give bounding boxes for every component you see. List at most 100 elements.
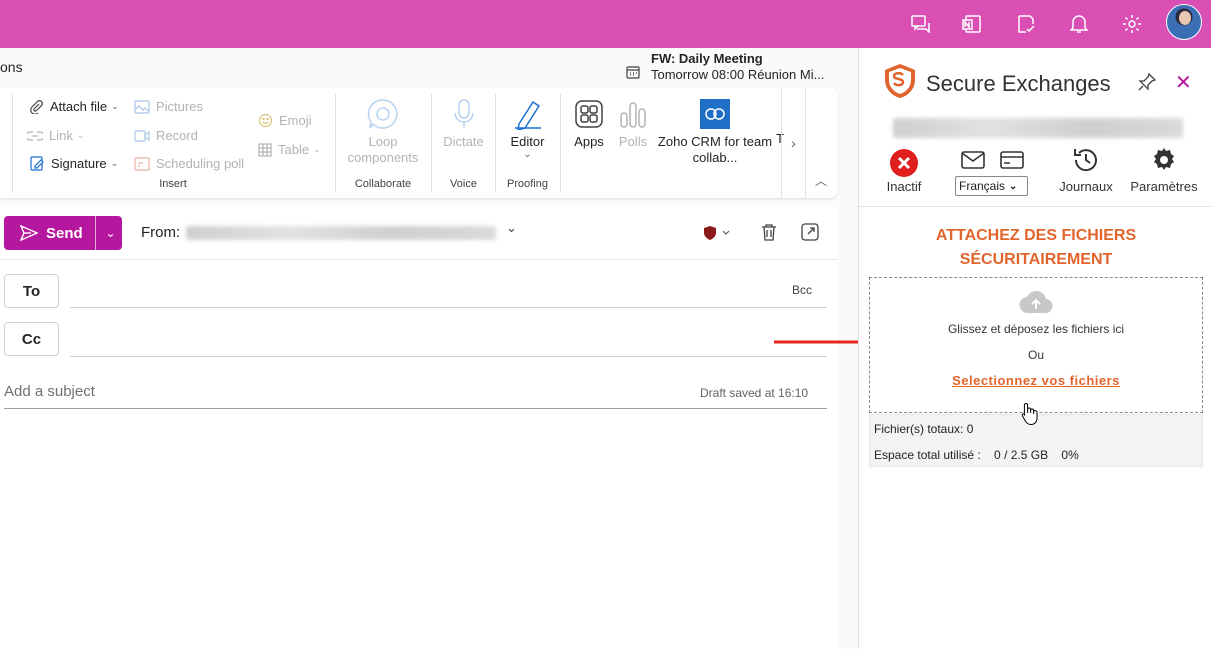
draft-status: Draft saved at 16:10 [700, 386, 809, 400]
scheduling-poll-button[interactable]: Scheduling poll [134, 156, 244, 171]
video-icon [134, 129, 150, 142]
record-label: Record [156, 128, 198, 143]
table-icon [258, 142, 272, 157]
avatar[interactable] [1166, 4, 1202, 40]
drop-instructions: Glissez et déposez les fichiers ici [947, 322, 1125, 336]
tasks-icon[interactable] [1014, 12, 1038, 36]
send-label: Send [46, 224, 83, 242]
signature-button[interactable]: Signature ⌄ [30, 156, 118, 171]
editor-pen-icon [514, 100, 541, 130]
send-icon [20, 225, 38, 241]
cc-input[interactable] [70, 356, 827, 357]
chevron-up-icon[interactable]: ︿ [815, 172, 827, 189]
ribbon: Attach file ⌄ Link ⌄ Signature ⌄ Picture… [0, 88, 838, 198]
group-label-insert: Insert [159, 178, 187, 190]
zoho-crm-label: Zoho CRM for team collab... [657, 134, 773, 165]
poll-icon [134, 156, 150, 171]
send-button[interactable]: Send ⌄ [4, 216, 122, 250]
microphone-icon [453, 99, 474, 128]
chevron-down-icon: ⌄ [523, 149, 532, 160]
editor-button[interactable]: Editor ⌄ [500, 98, 555, 160]
settings-button[interactable]: Paramètres [1127, 146, 1201, 194]
pop-out-button[interactable] [801, 223, 819, 246]
polls-button[interactable]: Polls [612, 98, 654, 150]
pictures-button[interactable]: Pictures [134, 99, 203, 114]
language-select[interactable]: Français ⌄ [955, 176, 1028, 196]
gear-icon [1154, 148, 1174, 170]
bcc-button[interactable]: Bcc [792, 283, 812, 297]
signature-icon [30, 156, 44, 171]
signature-label: Signature [51, 156, 107, 171]
inactive-status-button[interactable]: Inactif [883, 148, 925, 194]
picture-icon [134, 99, 150, 114]
onenote-icon[interactable] [960, 12, 984, 36]
compose-area: ons FW: Daily Meeting Tomorrow 08:00 Réu… [0, 48, 858, 649]
total-files: Fichier(s) totaux: 0 [874, 422, 974, 436]
app-top-bar [0, 0, 1211, 48]
journals-button[interactable]: Journaux [1055, 146, 1117, 194]
inactive-label: Inactif [886, 179, 922, 194]
chevron-down-icon: ⌄ [111, 101, 119, 111]
paperclip-icon [30, 99, 43, 114]
ribbon-scroll-right-button[interactable]: › [781, 88, 806, 198]
attach-title-line1: ATTACHEZ DES FICHIERS [935, 227, 1137, 244]
pictures-label: Pictures [156, 99, 203, 114]
table-button[interactable]: Table ⌄ [258, 142, 321, 157]
sensitivity-button[interactable] [703, 225, 733, 246]
chevron-down-icon[interactable]: ⌄ [506, 220, 517, 236]
zoho-icon [700, 99, 730, 129]
meeting-subtitle: Tomorrow 08:00 Réunion Mi... [651, 67, 825, 82]
mail-icon[interactable] [961, 151, 985, 169]
zoho-crm-button[interactable]: Zoho CRM for team collab... [655, 98, 775, 166]
settings-label: Paramètres [1130, 179, 1198, 194]
polls-icon [620, 102, 646, 128]
chevron-down-icon: ⌄ [76, 130, 85, 140]
error-circle-icon [890, 149, 918, 177]
chevron-down-icon: ⌄ [313, 144, 321, 154]
dictate-button[interactable]: Dictate [436, 98, 491, 150]
journals-label: Journaux [1059, 179, 1113, 194]
group-label-proofing: Proofing [507, 178, 548, 190]
to-button[interactable]: To [4, 274, 59, 308]
link-icon [27, 130, 43, 141]
gear-icon[interactable] [1120, 12, 1144, 36]
loop-components-label: Loop components [347, 134, 419, 165]
chevron-right-icon: › [791, 135, 796, 151]
to-input[interactable] [70, 307, 827, 308]
subject-input[interactable]: Add a subject [4, 383, 95, 400]
calendar-icon [626, 66, 640, 79]
pin-icon[interactable] [1137, 72, 1157, 92]
chevron-down-icon: ⌄ [110, 158, 119, 168]
link-button[interactable]: Link ⌄ [27, 128, 84, 143]
apps-button[interactable]: Apps [566, 98, 612, 150]
trash-icon [762, 224, 776, 241]
close-icon[interactable]: ✕ [1175, 70, 1192, 95]
file-drop-zone[interactable]: Glissez et déposez les fichiers ici Ou S… [869, 277, 1203, 413]
from-address-redacted[interactable] [186, 226, 496, 240]
ribbon-tab-partial[interactable]: ons [0, 59, 23, 75]
card-icon[interactable] [1000, 151, 1024, 169]
record-button[interactable]: Record [134, 128, 198, 143]
chevron-down-icon: ⌄ [105, 226, 116, 240]
cc-button[interactable]: Cc [4, 322, 59, 356]
pop-out-icon [801, 223, 819, 241]
cc-label: Cc [21, 330, 42, 348]
editor-label: Editor [510, 134, 545, 149]
attach-file-label: Attach file [50, 99, 108, 114]
chevron-down-icon: ⌄ [1009, 180, 1018, 192]
chat-icon[interactable] [909, 12, 933, 36]
attach-file-button[interactable]: Attach file ⌄ [30, 99, 119, 114]
or-text: Ou [1027, 348, 1044, 362]
loop-components-button[interactable]: Loop components [343, 98, 423, 166]
loop-icon [367, 99, 398, 129]
send-options-dropdown[interactable]: ⌄ [99, 216, 122, 250]
polls-label: Polls [618, 134, 648, 149]
select-files-link[interactable]: Selectionnez vos fichiers [952, 373, 1120, 388]
dictate-label: Dictate [443, 134, 484, 149]
emoji-button[interactable]: Emoji [258, 113, 312, 128]
bell-icon[interactable] [1067, 12, 1091, 36]
discard-button[interactable] [760, 223, 778, 246]
emoji-icon [258, 113, 273, 128]
apps-label: Apps [574, 134, 604, 149]
language-label: Français [959, 179, 1006, 193]
